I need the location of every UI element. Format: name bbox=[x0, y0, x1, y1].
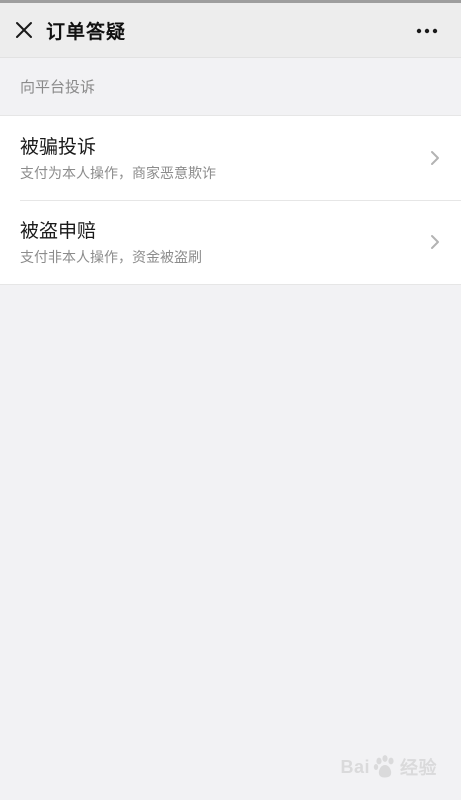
close-icon bbox=[16, 22, 32, 38]
list-item-theft-claim[interactable]: 被盗申赔 支付非本人操作，资金被盗刷 bbox=[0, 200, 461, 284]
item-title: 被骗投诉 bbox=[20, 135, 97, 158]
baidu-watermark: Bai 经验 bbox=[340, 754, 437, 780]
complaint-list: 被骗投诉 支付为本人操作，商家恶意欺诈 被盗申赔 支付非本人操作，资金被盗刷 bbox=[0, 115, 461, 285]
chevron-right-icon bbox=[429, 233, 441, 251]
page-title: 订单答疑 bbox=[46, 20, 127, 43]
watermark-text-right: 经验 bbox=[400, 758, 437, 778]
item-title: 被盗申赔 bbox=[20, 219, 97, 242]
item-description: 支付为本人操作，商家恶意欺诈 bbox=[20, 165, 216, 182]
baidu-paw-logo bbox=[373, 755, 394, 778]
more-button[interactable] bbox=[409, 3, 445, 58]
screen: 订单答疑 向平台投诉 被骗投诉 支付为本人操作，商家恶意欺诈 被盗申赔 支付非本… bbox=[0, 0, 461, 800]
close-button[interactable] bbox=[2, 3, 46, 58]
nav-bar: 订单答疑 bbox=[0, 3, 461, 58]
section-header: 向平台投诉 bbox=[0, 58, 461, 115]
more-horizontal-icon bbox=[416, 28, 438, 33]
item-description: 支付非本人操作，资金被盗刷 bbox=[20, 249, 202, 266]
chevron-right-icon bbox=[429, 149, 441, 167]
watermark-text-left: Bai bbox=[340, 756, 370, 777]
list-item-fraud-complaint[interactable]: 被骗投诉 支付为本人操作，商家恶意欺诈 bbox=[0, 116, 461, 200]
